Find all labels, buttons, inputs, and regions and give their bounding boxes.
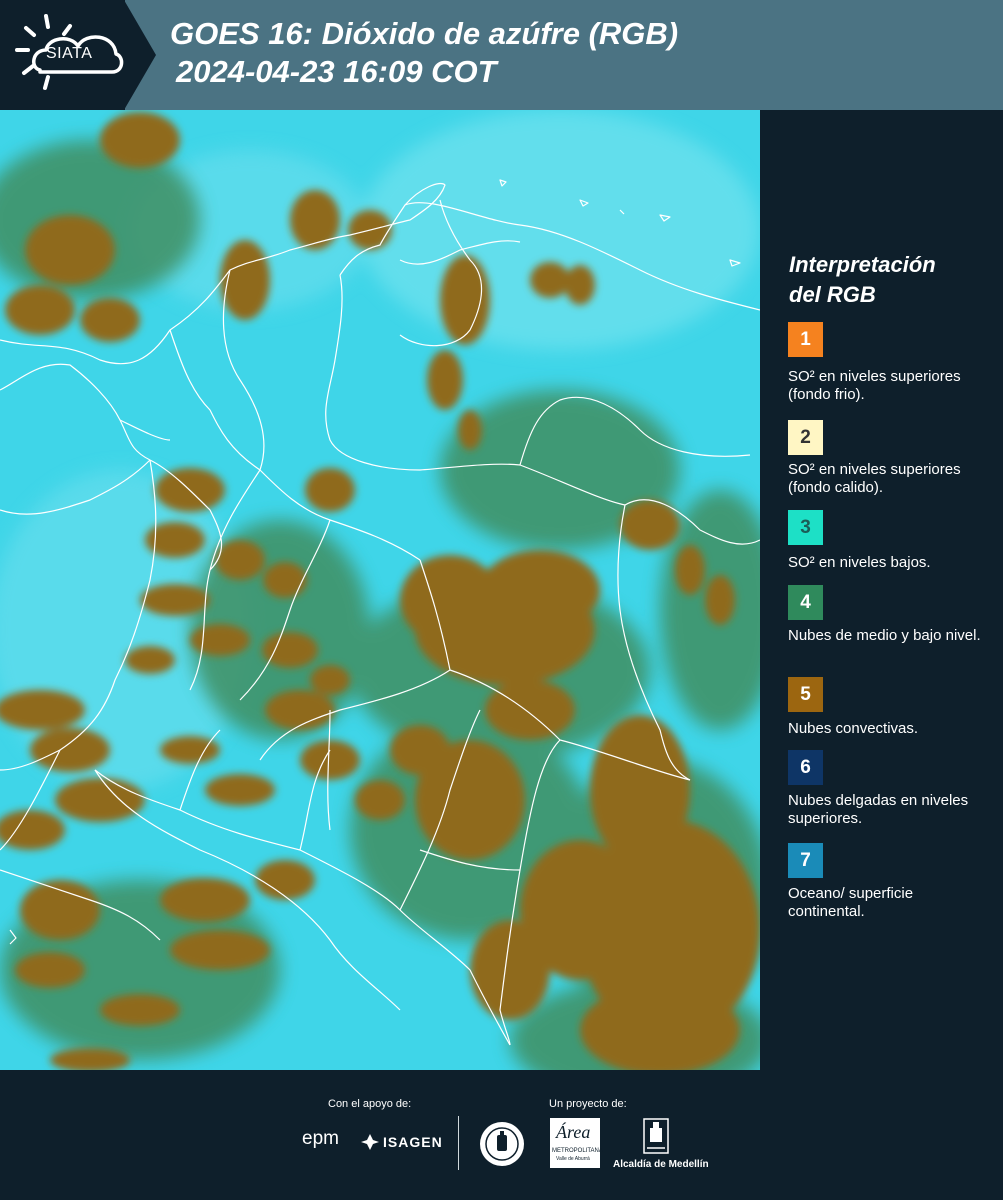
legend-swatch-number: 6 (800, 757, 811, 778)
legend-swatch-number: 1 (800, 329, 811, 350)
footer-bar: Con el apoyo de: Un proyecto de: epm ISA… (0, 1070, 1003, 1200)
legend-item-text-6: Nubes delgadas en niveles superiores. (788, 792, 969, 827)
legend-swatch-number: 7 (800, 850, 811, 871)
legend-swatch-6: 6 (788, 750, 823, 785)
map-canvas (0, 110, 760, 1070)
legend-swatch-number: 4 (800, 592, 811, 613)
legend-swatch-4: 4 (788, 585, 823, 620)
alcaldia-text: Alcaldía de Medellín (613, 1159, 709, 1170)
area-metropolitana-logo: Área METROPOLITANA Valle de Aburrá (550, 1118, 603, 1168)
medellin-seal-icon (480, 1122, 524, 1166)
area-logo-sub1: METROPOLITANA (552, 1148, 603, 1154)
header-bar: SIATA GOES 16: Dióxido de azúfre (RGB) 2… (0, 0, 1003, 110)
page-timestamp: 2024-04-23 16:09 COT (176, 54, 497, 89)
satellite-map (0, 110, 760, 1070)
legend-title-line1: Interpretación (789, 252, 936, 277)
legend-item-text-3: SO² en niveles bajos. (788, 554, 931, 571)
legend-title: Interpretación del RGB (789, 250, 994, 310)
legend-swatch-number: 2 (800, 427, 811, 448)
legend-swatch-number: 3 (800, 517, 811, 538)
legend-item-text-7: Oceano/ superficie continental. (788, 885, 914, 920)
project-label: Un proyecto de: (549, 1098, 627, 1110)
siata-logo: SIATA (0, 0, 125, 110)
page-title: GOES 16: Dióxido de azúfre (RGB) (170, 16, 679, 51)
logo-text: SIATA (46, 45, 93, 62)
header-chevron (124, 0, 156, 110)
legend-item-text-4: Nubes de medio y bajo nivel. (788, 627, 981, 644)
legend-swatch-2: 2 (788, 420, 823, 455)
isagen-mark-icon (361, 1134, 379, 1150)
alcaldia-crest-icon (643, 1118, 669, 1154)
area-logo-text: Área (556, 1122, 591, 1142)
footer-divider (458, 1116, 459, 1170)
legend-title-line2: del RGB (789, 282, 876, 307)
legend-panel: Interpretación del RGB 1 SO² en niveles … (760, 110, 1003, 1070)
legend-swatch-1: 1 (788, 322, 823, 357)
legend-item-text-2: SO² en niveles superiores (fondo calido)… (788, 461, 961, 496)
support-label: Con el apoyo de: (328, 1098, 412, 1110)
legend-swatch-7: 7 (788, 843, 823, 878)
legend-swatch-number: 5 (800, 684, 811, 705)
area-logo-sub2: Valle de Aburrá (556, 1156, 590, 1162)
legend-swatch-3: 3 (788, 510, 823, 545)
epm-logo: epm (302, 1128, 339, 1149)
legend-item-text-1: SO² en niveles superiores (fondo frio). (788, 368, 961, 403)
legend-swatch-5: 5 (788, 677, 823, 712)
legend-item-text-5: Nubes convectivas. (788, 720, 919, 737)
isagen-logo: ISAGEN (383, 1134, 443, 1150)
